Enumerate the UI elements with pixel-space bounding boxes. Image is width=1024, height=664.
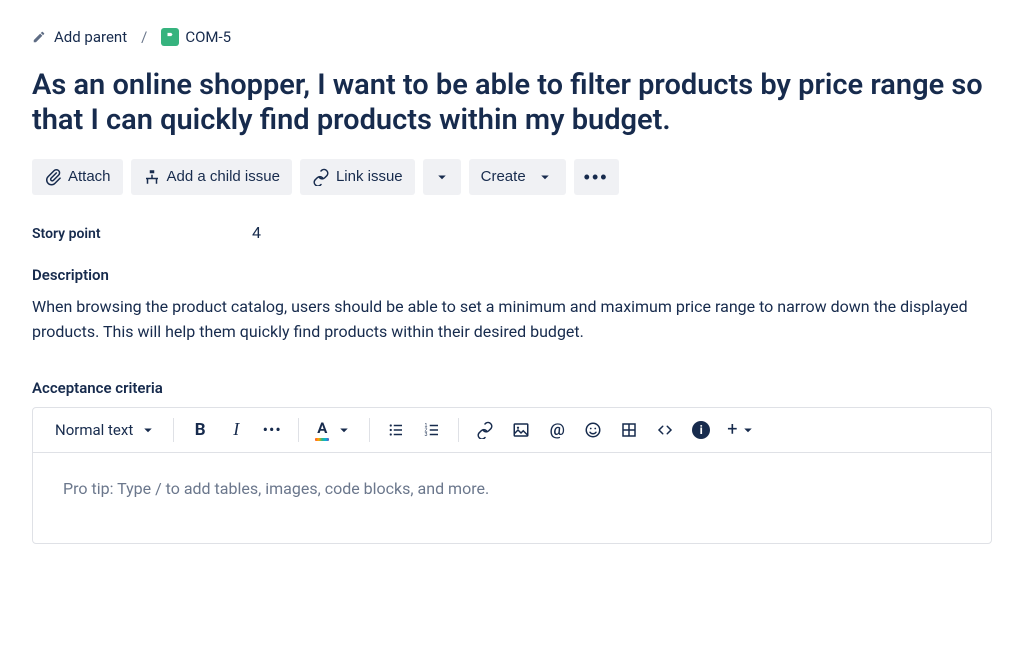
insert-link-button[interactable]: [469, 414, 501, 446]
toolbar-separator: [369, 418, 370, 442]
description-text[interactable]: When browsing the product catalog, users…: [32, 294, 992, 345]
attach-button[interactable]: Attach: [32, 159, 123, 195]
link-issue-dropdown[interactable]: [423, 159, 461, 195]
text-color-a-icon: A: [317, 419, 327, 437]
emoji-button[interactable]: [577, 414, 609, 446]
bold-button[interactable]: B: [184, 414, 216, 446]
chevron-down-icon: [536, 168, 554, 186]
add-child-label: Add a child issue: [167, 168, 280, 185]
story-point-value[interactable]: 4: [252, 223, 261, 242]
bullet-list-icon: [387, 421, 405, 439]
attachment-icon: [44, 168, 62, 186]
chevron-down-icon: [139, 421, 157, 439]
add-parent-link[interactable]: Add parent: [32, 28, 127, 46]
image-icon: [512, 421, 530, 439]
description-heading: Description: [32, 266, 992, 284]
info-icon: i: [692, 421, 710, 439]
story-point-label: Story point: [32, 226, 252, 242]
table-button[interactable]: [613, 414, 645, 446]
toolbar-separator: [173, 418, 174, 442]
emoji-icon: [584, 421, 602, 439]
link-issue-label: Link issue: [336, 168, 403, 185]
issue-key-text: COM-5: [185, 28, 231, 46]
issue-key-link[interactable]: COM-5: [161, 28, 231, 46]
breadcrumb: Add parent / COM-5: [32, 28, 992, 46]
toolbar-separator: [298, 418, 299, 442]
text-style-dropdown[interactable]: Normal text: [45, 414, 163, 446]
text-style-label: Normal text: [55, 421, 133, 439]
more-formatting-button[interactable]: •••: [256, 414, 288, 446]
action-row: Attach Add a child issue Link issue Crea…: [32, 159, 992, 195]
rich-text-editor: Normal text B I ••• A 123 @: [32, 407, 992, 544]
editor-placeholder: Pro tip: Type / to add tables, images, c…: [63, 479, 489, 498]
editor-toolbar: Normal text B I ••• A 123 @: [33, 408, 991, 453]
breadcrumb-separator: /: [141, 28, 147, 46]
editor-content-area[interactable]: Pro tip: Type / to add tables, images, c…: [33, 453, 991, 543]
numbered-list-icon: 123: [423, 421, 441, 439]
chevron-down-icon: [433, 168, 451, 186]
mention-button[interactable]: @: [541, 414, 573, 446]
italic-button[interactable]: I: [220, 414, 252, 446]
pencil-icon: [32, 30, 46, 44]
insert-image-button[interactable]: [505, 414, 537, 446]
table-icon: [620, 421, 638, 439]
link-issue-button[interactable]: Link issue: [300, 159, 415, 195]
story-type-icon: [161, 28, 179, 46]
add-parent-label: Add parent: [54, 28, 127, 46]
text-color-swatch-icon: [315, 438, 329, 441]
insert-more-button[interactable]: +: [721, 414, 763, 446]
story-point-field: Story point 4: [32, 223, 992, 242]
plus-icon: +: [727, 419, 737, 440]
toolbar-separator: [458, 418, 459, 442]
svg-text:3: 3: [425, 432, 428, 438]
code-icon: [656, 421, 674, 439]
numbered-list-button[interactable]: 123: [416, 414, 448, 446]
attach-label: Attach: [68, 168, 111, 185]
add-child-issue-button[interactable]: Add a child issue: [131, 159, 292, 195]
link-icon: [476, 421, 494, 439]
code-button[interactable]: [649, 414, 681, 446]
chevron-down-icon: [739, 421, 757, 439]
acceptance-criteria-heading: Acceptance criteria: [32, 379, 992, 397]
child-issue-icon: [143, 168, 161, 186]
create-button[interactable]: Create: [469, 159, 566, 195]
bullet-list-button[interactable]: [380, 414, 412, 446]
text-color-button[interactable]: A: [309, 414, 359, 446]
create-label: Create: [481, 168, 526, 185]
link-icon: [312, 168, 330, 186]
issue-title[interactable]: As an online shopper, I want to be able …: [32, 68, 992, 139]
more-actions-button[interactable]: •••: [574, 159, 619, 195]
info-button[interactable]: i: [685, 414, 717, 446]
chevron-down-icon: [335, 421, 353, 439]
